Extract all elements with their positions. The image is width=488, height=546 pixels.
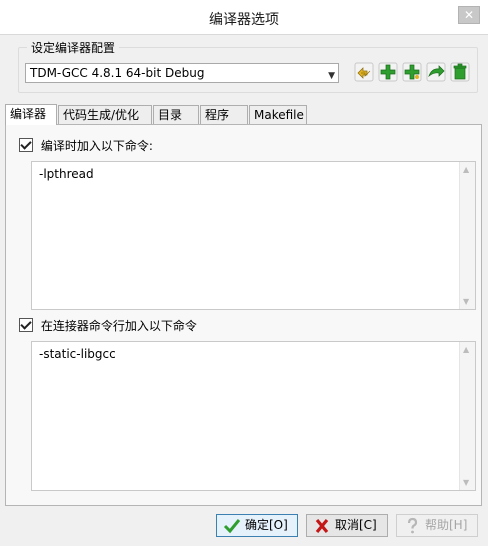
compiler-profile-select[interactable]: TDM-GCC 4.8.1 64-bit Debug ▼ xyxy=(25,63,339,83)
question-icon xyxy=(407,517,418,534)
linker-cmd-option[interactable]: 在连接器命令行加入以下命令 xyxy=(19,317,197,334)
compiler-tab-panel: 编译时加入以下命令: -lpthread ▲ ▼ 在连接器命令行加入以下命令 -… xyxy=(5,124,482,506)
tab-directories-label: 目录 xyxy=(158,108,183,122)
checkmark-icon xyxy=(223,519,241,534)
compile-cmd-textarea[interactable]: -lpthread ▲ ▼ xyxy=(31,161,476,310)
help-button[interactable]: 帮助[H] xyxy=(396,514,478,537)
scroll-up-icon[interactable]: ▲ xyxy=(463,165,469,174)
cancel-button-label: 取消[C] xyxy=(335,518,377,532)
tab-makefile-label: Makefile xyxy=(254,108,304,122)
compiler-profile-label: 设定编译器配置 xyxy=(27,39,120,56)
scroll-up-icon[interactable]: ▲ xyxy=(463,345,469,354)
compile-cmd-checkbox[interactable] xyxy=(19,138,33,152)
tab-programs-label: 程序 xyxy=(205,108,230,122)
compiler-profile-group: 设定编译器配置 TDM-GCC 4.8.1 64-bit Debug ▼ xyxy=(18,39,478,93)
linker-cmd-textarea[interactable]: -static-libgcc ▲ ▼ xyxy=(31,341,476,491)
window-title: 编译器选项 xyxy=(209,12,279,28)
compile-cmd-option[interactable]: 编译时加入以下命令: xyxy=(19,137,153,154)
linker-cmd-text: -static-libgcc xyxy=(39,347,116,361)
scroll-down-icon[interactable]: ▼ xyxy=(463,297,469,306)
ok-button[interactable]: 确定[O] xyxy=(216,514,298,537)
close-icon: ✕ xyxy=(463,8,475,22)
tab-directories[interactable]: 目录 xyxy=(153,105,199,124)
linker-cmd-label: 在连接器命令行加入以下命令 xyxy=(40,319,197,333)
compile-cmd-scrollbar[interactable]: ▲ ▼ xyxy=(459,162,475,309)
scroll-down-icon[interactable]: ▼ xyxy=(463,478,469,487)
linker-cmd-checkbox[interactable] xyxy=(19,318,33,332)
delete-icon[interactable] xyxy=(450,62,470,82)
cancel-button[interactable]: 取消[C] xyxy=(306,514,388,537)
tab-makefile[interactable]: Makefile xyxy=(249,105,307,124)
compile-cmd-text: -lpthread xyxy=(39,167,94,181)
tab-compiler-label: 编译器 xyxy=(10,107,47,121)
tab-codegen-label: 代码生成/优化 xyxy=(63,108,140,122)
tab-programs[interactable]: 程序 xyxy=(200,105,248,124)
close-button[interactable]: ✕ xyxy=(458,6,480,24)
chevron-down-icon: ▼ xyxy=(328,71,335,81)
cancel-x-icon xyxy=(315,518,329,534)
help-button-label: 帮助[H] xyxy=(425,518,468,532)
linker-cmd-scrollbar[interactable]: ▲ ▼ xyxy=(459,342,475,490)
tab-codegen[interactable]: 代码生成/优化 xyxy=(58,105,152,124)
add-copy-icon[interactable] xyxy=(402,62,422,82)
export-icon[interactable] xyxy=(426,62,446,82)
ok-button-label: 确定[O] xyxy=(245,518,288,532)
tab-strip: 编译器 代码生成/优化 目录 程序 Makefile xyxy=(5,104,483,125)
compiler-profile-value: TDM-GCC 4.8.1 64-bit Debug xyxy=(30,66,205,80)
tab-compiler[interactable]: 编译器 xyxy=(5,104,57,125)
add-icon[interactable] xyxy=(378,62,398,82)
compile-cmd-label: 编译时加入以下命令: xyxy=(40,139,153,153)
rename-icon[interactable] xyxy=(354,62,374,82)
title-bar: 编译器选项 ✕ xyxy=(0,0,488,35)
